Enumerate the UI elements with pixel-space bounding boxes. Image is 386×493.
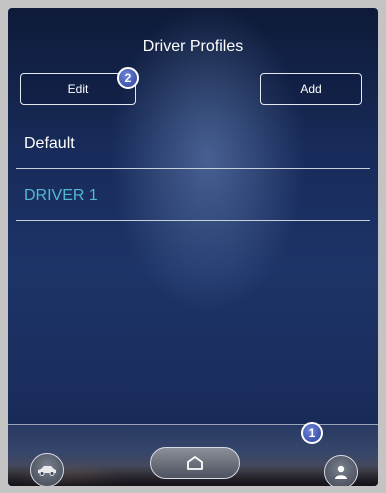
profile-item-driver-1[interactable]: DRIVER 1 <box>24 172 370 220</box>
add-button-label: Add <box>300 82 322 96</box>
display-frame: Driver Profiles Edit 2 Add Default DRIVE… <box>0 0 386 493</box>
infotainment-screen: Driver Profiles Edit 2 Add Default DRIVE… <box>8 8 378 486</box>
home-icon <box>187 456 203 470</box>
profile-label: DRIVER 1 <box>24 187 98 204</box>
profile-label: Default <box>24 135 75 152</box>
divider <box>16 220 370 221</box>
home-button[interactable] <box>150 447 240 479</box>
divider <box>16 168 370 169</box>
callout-marker-2: 2 <box>117 67 139 89</box>
car-icon <box>38 466 56 476</box>
person-icon <box>335 465 347 479</box>
vehicle-button[interactable] <box>30 453 64 486</box>
add-button[interactable]: Add <box>260 73 362 105</box>
driver-profile-button[interactable] <box>324 455 358 486</box>
page-title: Driver Profiles <box>142 38 244 55</box>
profile-item-default[interactable]: Default <box>24 120 370 168</box>
edit-button-label: Edit <box>67 82 89 96</box>
callout-marker-1: 1 <box>301 422 323 444</box>
